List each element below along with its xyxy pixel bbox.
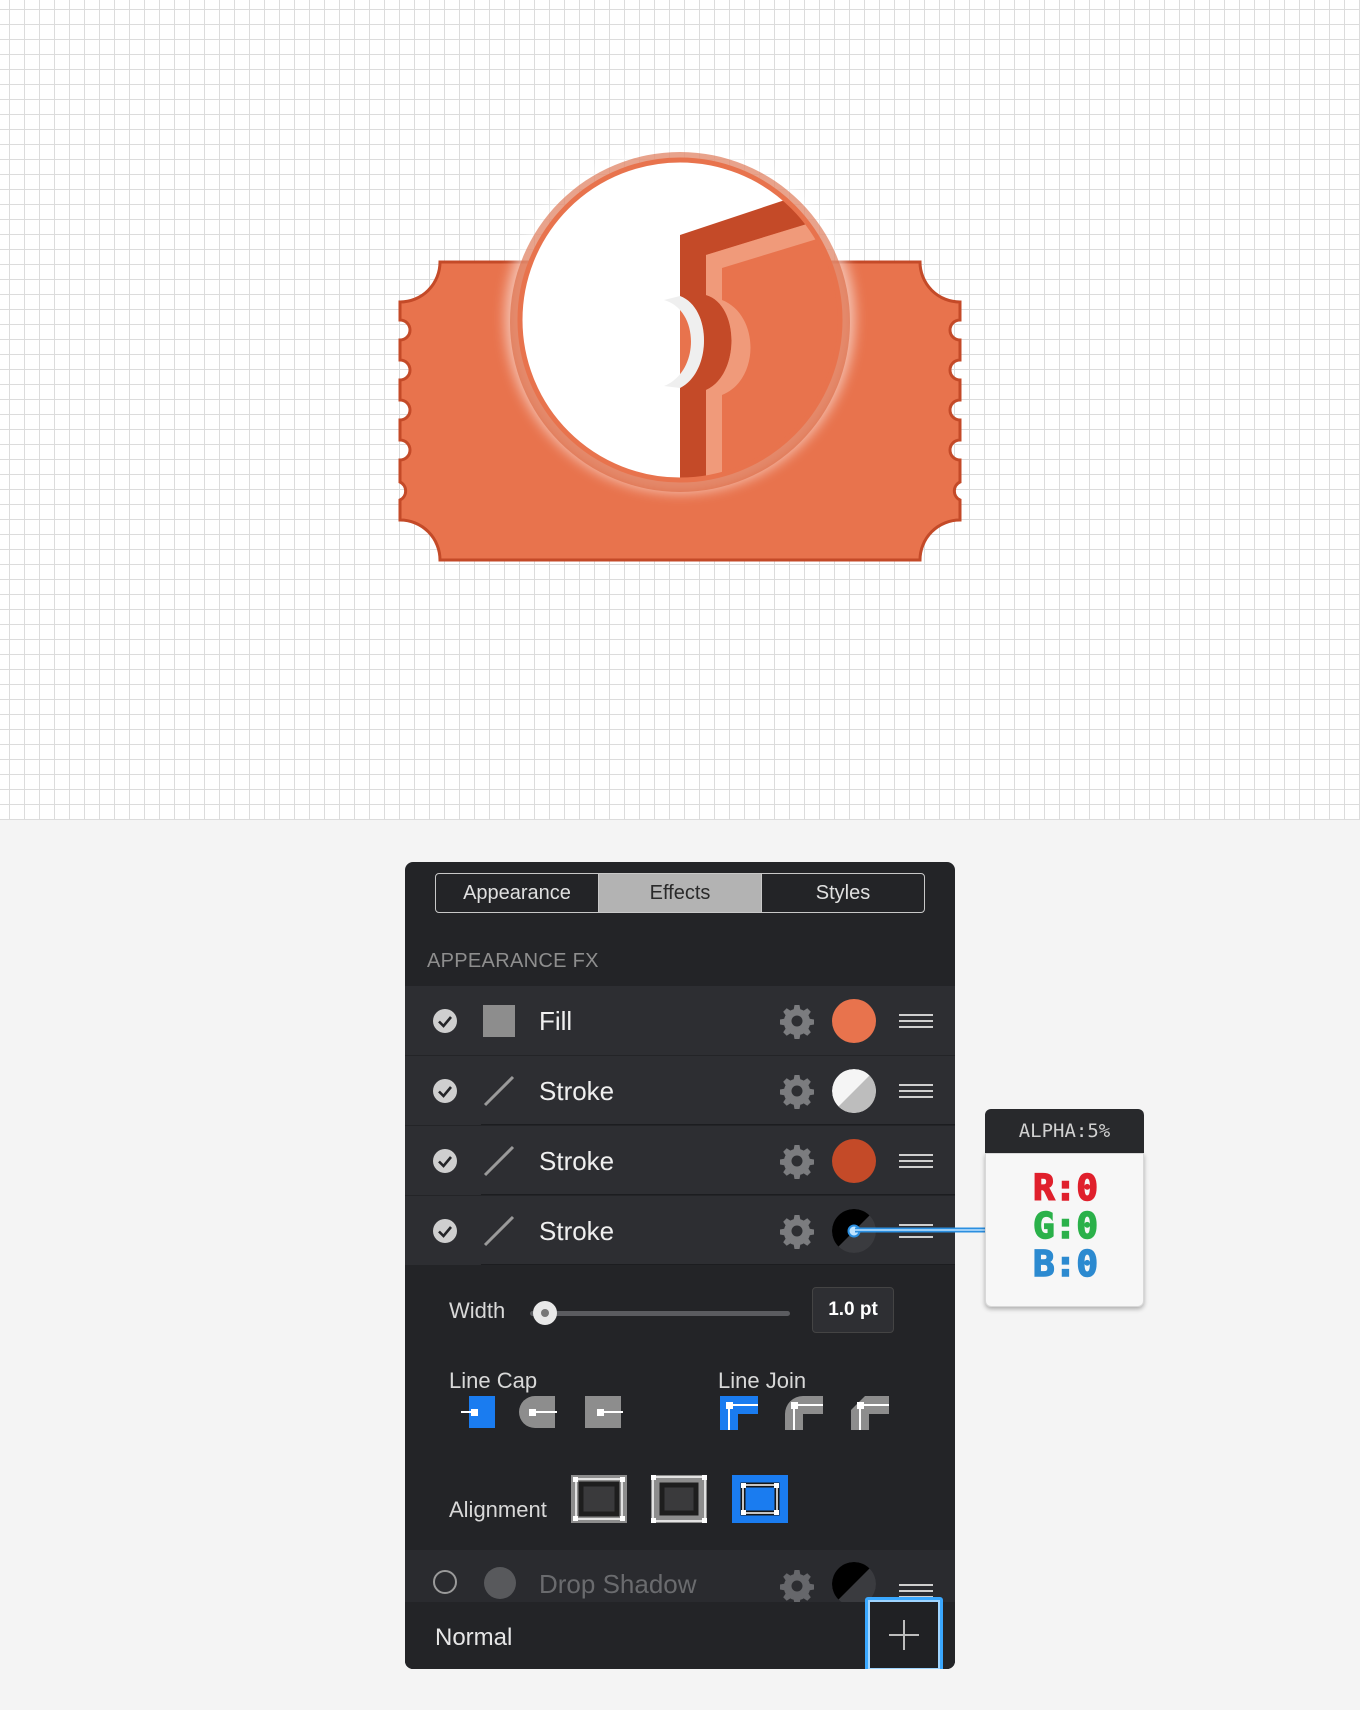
appearance-panel: Appearance Effects Styles APPEARANCE FX … <box>405 862 955 1669</box>
shadow-effect-icon <box>484 1567 516 1599</box>
width-slider-handle[interactable] <box>533 1301 557 1325</box>
line-cap-label: Line Cap <box>449 1368 538 1393</box>
fx-row-stroke-1[interactable]: Stroke <box>405 1056 955 1125</box>
fx-row-drop-shadow[interactable]: Drop Shadow <box>405 1550 955 1606</box>
bevel-join-icon[interactable] <box>849 1394 891 1432</box>
align-center-icon[interactable] <box>570 1474 628 1524</box>
visibility-checkbox[interactable] <box>433 1570 457 1594</box>
ticket-artwork <box>398 143 962 562</box>
green-value: G:0 <box>1032 1205 1099 1248</box>
blue-value: B:0 <box>1032 1243 1099 1286</box>
row-label: Stroke <box>539 1216 615 1246</box>
plus-icon <box>889 1620 919 1650</box>
row-label: Drop Shadow <box>539 1569 697 1599</box>
visibility-checkbox[interactable] <box>433 1009 457 1033</box>
alignment-label: Alignment <box>449 1497 547 1522</box>
checkmark-icon <box>438 1226 452 1238</box>
color-swatch[interactable] <box>832 1139 876 1183</box>
row-label: Stroke <box>539 1146 615 1176</box>
checkmark-icon <box>438 1156 452 1168</box>
square-fill-icon <box>483 1005 515 1037</box>
width-label: Width <box>449 1298 506 1323</box>
width-slider-track[interactable] <box>530 1311 790 1316</box>
visibility-checkbox[interactable] <box>433 1149 457 1173</box>
square-cap-icon[interactable] <box>581 1394 625 1430</box>
tooltip-connector <box>855 1227 987 1233</box>
color-info-tooltip: ALPHA:5% R:0 G:0 B:0 <box>985 1109 1144 1307</box>
tab-appearance[interactable]: Appearance <box>436 874 598 912</box>
blend-mode-select[interactable]: Normal <box>435 1624 512 1652</box>
color-swatch[interactable] <box>832 999 876 1043</box>
alpha-readout: ALPHA:5% <box>985 1109 1144 1153</box>
fx-row-stroke-2[interactable]: Stroke <box>405 1126 955 1195</box>
fx-row-fill[interactable]: Fill <box>405 986 955 1055</box>
rgb-readout: R:0 G:0 B:0 <box>985 1153 1144 1307</box>
visibility-checkbox[interactable] <box>433 1219 457 1243</box>
red-value: R:0 <box>1032 1167 1099 1210</box>
gear-icon[interactable] <box>779 1073 815 1109</box>
butt-cap-icon[interactable] <box>461 1394 499 1430</box>
tab-effects[interactable]: Effects <box>598 874 761 912</box>
drag-handle-icon[interactable] <box>899 1084 933 1098</box>
stroke-line-icon <box>483 1075 515 1107</box>
gear-icon[interactable] <box>779 1213 815 1249</box>
round-cap-icon[interactable] <box>515 1394 559 1430</box>
line-join-label: Line Join <box>718 1368 807 1393</box>
width-value-field[interactable]: 1.0 pt <box>812 1287 894 1333</box>
align-outside-icon[interactable] <box>731 1474 789 1524</box>
stroke-line-icon <box>483 1145 515 1177</box>
tab-styles[interactable]: Styles <box>761 874 924 912</box>
drag-handle-icon[interactable] <box>899 1014 933 1028</box>
round-join-icon[interactable] <box>783 1394 825 1432</box>
gear-icon[interactable] <box>779 1003 815 1039</box>
color-swatch[interactable] <box>832 1069 876 1113</box>
drag-handle-icon[interactable] <box>899 1584 933 1598</box>
artboard-canvas[interactable] <box>0 0 1360 820</box>
row-label: Fill <box>539 1006 573 1036</box>
visibility-checkbox[interactable] <box>433 1079 457 1103</box>
checkmark-icon <box>438 1086 452 1098</box>
add-effect-button[interactable] <box>865 1597 943 1669</box>
checkmark-icon <box>438 1016 452 1028</box>
drag-handle-icon[interactable] <box>899 1154 933 1168</box>
stroke-line-icon <box>483 1215 515 1247</box>
row-label: Stroke <box>539 1076 615 1106</box>
gear-icon[interactable] <box>779 1568 815 1604</box>
align-inside-icon[interactable] <box>650 1474 708 1524</box>
miter-join-icon[interactable] <box>718 1394 760 1432</box>
panel-footer: Normal <box>405 1597 955 1669</box>
gear-icon[interactable] <box>779 1143 815 1179</box>
panel-tabs: Appearance Effects Styles <box>435 873 925 913</box>
section-label: APPEARANCE FX <box>427 950 599 972</box>
